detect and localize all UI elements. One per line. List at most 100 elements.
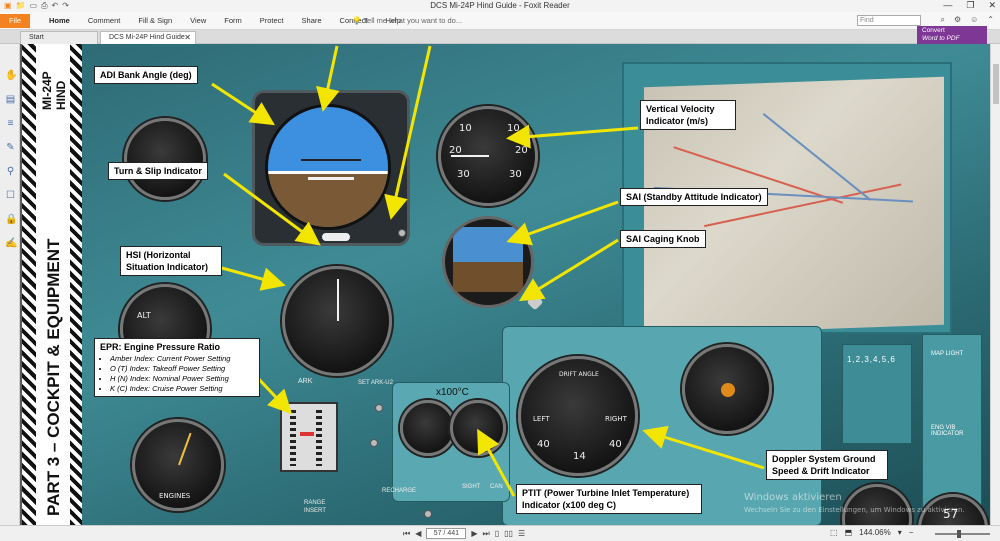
lock-icon[interactable]: 🔒 <box>5 214 17 225</box>
zoom-slider[interactable] <box>935 530 990 538</box>
epr-item-takeoff: O (T) Index: Takeoff Power Setting <box>110 364 254 374</box>
fit-page-icon[interactable]: ⬚ <box>830 528 838 537</box>
tab-hind-guide-label: DCS Mi-24P Hind Guide <box>109 34 185 41</box>
ptit-unit-label: x100°C <box>436 387 469 398</box>
epr-list: Amber Index: Current Power Setting O (T)… <box>100 354 254 394</box>
vvi-num: 30 <box>509 169 522 180</box>
ribbon-tab-form[interactable]: Form <box>215 16 251 25</box>
zoom-slider-knob[interactable] <box>957 530 961 538</box>
hsi-gauge <box>282 266 392 376</box>
sidebar-aircraft-subname: HIND <box>54 80 68 110</box>
close-tab-icon[interactable]: ✕ <box>184 32 191 44</box>
callout-sai: SAI (Standby Attitude Indicator) <box>620 188 768 206</box>
document-viewport[interactable]: MI-24P HIND PART 3 – COCKPIT & EQUIPMENT <box>20 44 1000 525</box>
tell-me-input[interactable]: 💡 Tell me what you want to do... <box>352 16 462 25</box>
attachment-icon[interactable]: ⚲ <box>5 166 16 177</box>
vvi-num: 30 <box>457 169 470 180</box>
close-button[interactable]: ✕ <box>988 0 996 11</box>
panel-screw <box>398 229 406 237</box>
drift-num: 40 <box>609 439 622 450</box>
single-page-icon[interactable]: ▯ <box>495 529 499 538</box>
scrollbar-thumb[interactable] <box>993 64 999 104</box>
epr-item-nominal: H (N) Index: Nominal Power Setting <box>110 374 254 384</box>
foxit-window: ▣ 📁 ▭ ⎙ ↶ ↷ DCS Mi-24P Hind Guide - Foxi… <box>0 0 1000 541</box>
expand-icon[interactable]: ⌃ <box>987 15 994 25</box>
two-page-icon[interactable]: ▯▯ <box>504 529 513 538</box>
fit-width-icon[interactable]: ⬒ <box>845 528 853 537</box>
turn-slip-ball <box>322 233 350 241</box>
ribbon-tab-comment[interactable]: Comment <box>79 16 130 25</box>
activation-watermark-title: Windows aktivieren <box>744 492 842 503</box>
prev-page-icon[interactable]: ◀ <box>415 529 421 538</box>
ribbon-tab-view[interactable]: View <box>181 16 215 25</box>
search-icon[interactable]: ⌕ <box>940 15 944 25</box>
convert-word-to-pdf-button[interactable]: Convert Word to PDF <box>917 26 987 44</box>
bookmark-icon[interactable]: ☐ <box>5 190 16 201</box>
sai-caging-knob <box>526 293 544 311</box>
comments-icon[interactable]: ✎ <box>5 142 16 153</box>
set-ark-label: SET ARK-U2 <box>358 380 393 386</box>
ribbon-tab-home[interactable]: Home <box>40 16 79 25</box>
sai-ground <box>453 262 523 292</box>
right-panel-2: MAP LIGHT ENG VIB INDICATOR <box>922 334 982 514</box>
tell-me-placeholder: Tell me what you want to do... <box>363 16 463 25</box>
zoom-value[interactable]: 144.06% <box>859 528 891 537</box>
maximize-button[interactable]: ❐ <box>966 0 974 11</box>
lightbulb-icon: 💡 <box>352 16 362 25</box>
sight-label: SIGHT <box>462 484 481 490</box>
epr-item-cruise: K (C) Index: Cruise Power Setting <box>110 384 254 394</box>
first-page-icon[interactable]: ⏮ <box>403 529 410 539</box>
engines-needle <box>178 432 192 466</box>
ribbon-tab-share[interactable]: Share <box>293 16 331 25</box>
drift-left-label: LEFT <box>533 415 550 423</box>
view-controls: ⬚ ⬒ 144.06% ▾ − <box>830 528 913 537</box>
find-input[interactable]: Find <box>857 15 921 26</box>
pdf-page: MI-24P HIND PART 3 – COCKPIT & EQUIPMENT <box>22 44 990 525</box>
vertical-scrollbar[interactable] <box>990 44 1000 525</box>
ribbon-tab-fill-sign[interactable]: Fill & Sign <box>129 16 181 25</box>
left-upper-gauge <box>124 118 206 200</box>
tab-start[interactable]: Start <box>20 31 98 44</box>
epr-scale <box>290 410 296 466</box>
ptit-right-gauge <box>450 400 506 456</box>
convert-line1: Convert <box>922 27 945 34</box>
adi-horizon <box>268 171 388 174</box>
title-bar: ▣ 📁 ▭ ⎙ ↶ ↷ DCS Mi-24P Hind Guide - Foxi… <box>0 0 1000 12</box>
adi-pitch-line <box>301 159 361 161</box>
last-page-icon[interactable]: ⏭ <box>483 529 490 539</box>
ribbon-tab-protect[interactable]: Protect <box>251 16 293 25</box>
tab-hind-guide[interactable]: DCS Mi-24P Hind Guide ✕ <box>100 31 196 44</box>
file-menu-button[interactable]: File <box>0 14 30 28</box>
continuous-icon[interactable]: ☰ <box>518 529 525 538</box>
engines-gauge: ENGINES <box>132 419 224 511</box>
zoom-out-icon[interactable]: − <box>909 528 914 537</box>
hand-tool-icon[interactable]: ✋ <box>5 70 17 81</box>
page-number-input[interactable]: 57 / 441 <box>426 528 467 539</box>
gear-icon[interactable]: ⚙ <box>954 15 961 25</box>
sidebar-aircraft-name: MI-24P <box>40 71 54 110</box>
minimize-button[interactable]: — <box>943 0 952 11</box>
next-page-icon[interactable]: ▶ <box>471 529 477 538</box>
user-icon[interactable]: ☺ <box>970 15 978 25</box>
section-sidebar: MI-24P HIND PART 3 – COCKPIT & EQUIPMENT <box>22 44 82 525</box>
layers-icon[interactable]: ≡ <box>5 118 16 129</box>
page-navigation: ⏮ ◀ 57 / 441 ▶ ⏭ ▯ ▯▯ ☰ <box>403 528 525 539</box>
upper-right-gauge <box>682 344 772 434</box>
vvi-num: 10 <box>459 123 472 134</box>
panel-screw <box>424 510 432 518</box>
pages-icon[interactable]: ▤ <box>5 94 16 105</box>
epr-scale <box>316 410 322 466</box>
range-label: RANGE <box>304 500 326 506</box>
sidebar-section-title: PART 3 – COCKPIT & EQUIPMENT <box>44 238 63 516</box>
window-controls: — ❐ ✕ <box>943 0 996 11</box>
sai-gauge <box>442 216 534 308</box>
ark-label: ARK <box>298 378 313 385</box>
ribbon-menu: File Home Comment Fill & Sign View Form … <box>0 12 1000 30</box>
vvi-num: 10 <box>507 123 520 134</box>
zoom-dropdown-icon[interactable]: ▾ <box>898 528 902 537</box>
epr-red-index <box>300 432 314 436</box>
callout-hsi: HSI (Horizontal Situation Indicator) <box>120 246 222 276</box>
signature-icon[interactable]: ✍ <box>5 238 17 249</box>
ptit-left-gauge <box>400 400 456 456</box>
doppler-gauge: DRIFT ANGLE LEFT RIGHT 40 14 40 <box>518 356 638 476</box>
